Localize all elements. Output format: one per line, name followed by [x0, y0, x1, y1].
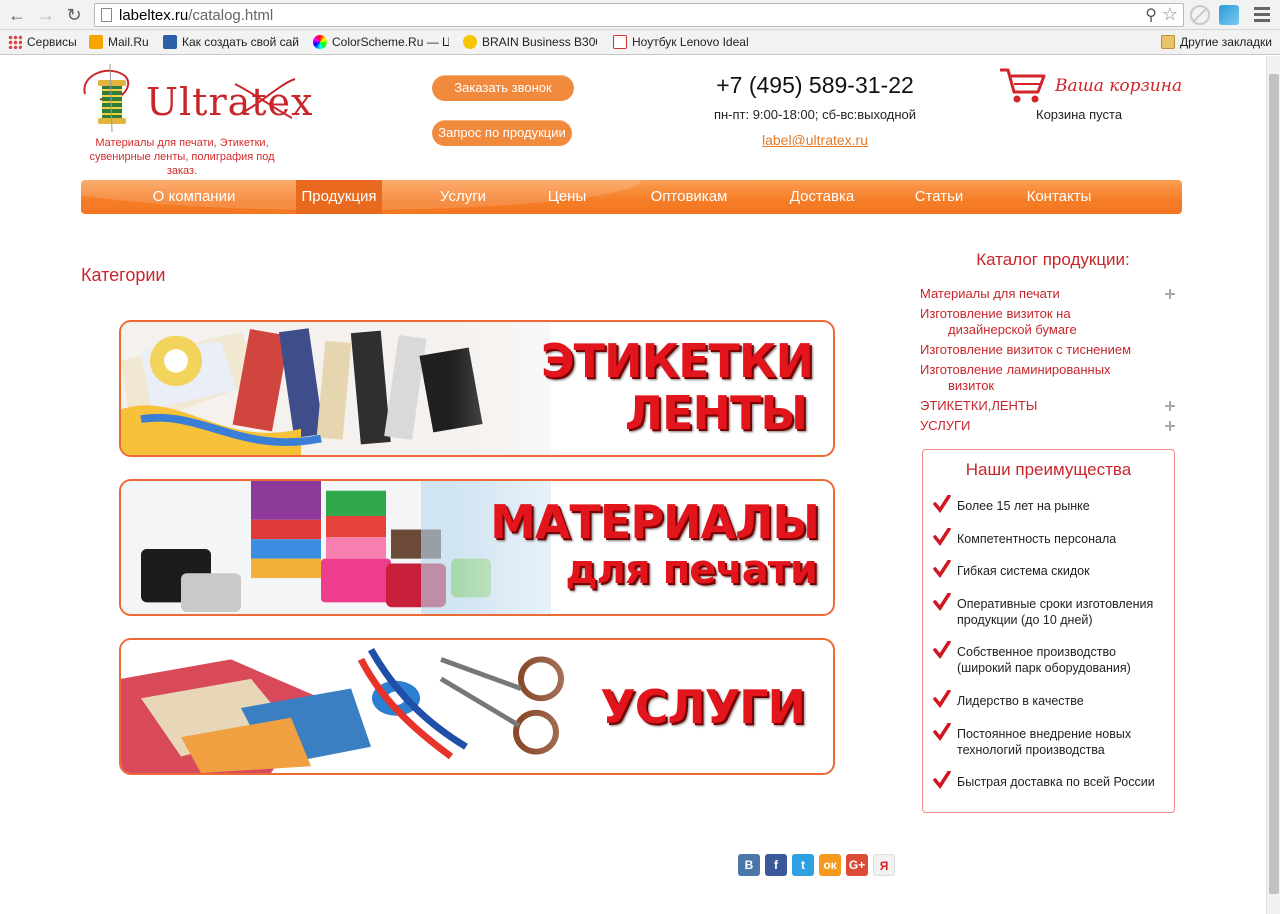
- logo[interactable]: Ultratex: [80, 63, 312, 134]
- forward-icon[interactable]: →: [35, 5, 57, 25]
- color-wheel-icon: [313, 35, 327, 49]
- mailru-icon: [89, 35, 103, 49]
- check-icon: [933, 641, 951, 659]
- banner-services[interactable]: УСЛУГИ: [119, 638, 835, 775]
- banner-title: ЭТИКЕТКИ: [540, 334, 814, 388]
- cart-title[interactable]: Ваша корзина: [1055, 76, 1182, 96]
- expand-plus-icon[interactable]: [1165, 421, 1175, 431]
- nav-delivery[interactable]: Доставка: [781, 180, 863, 214]
- back-icon[interactable]: ←: [6, 5, 28, 25]
- nav-about[interactable]: О компании: [139, 180, 249, 214]
- scrollbar-track[interactable]: [1266, 56, 1280, 914]
- email-link[interactable]: label@ultratex.ru: [700, 132, 930, 148]
- vk-share-icon[interactable]: В: [738, 854, 760, 876]
- url-domain: labeltex.ru: [119, 7, 189, 24]
- nav-wholesale[interactable]: Оптовикам: [641, 180, 737, 214]
- yandex-share-icon[interactable]: Я: [873, 854, 895, 876]
- categories-heading: Категории: [81, 265, 166, 285]
- nav-articles[interactable]: Статьи: [901, 180, 977, 214]
- expand-plus-icon[interactable]: [1165, 289, 1175, 299]
- lenovo-icon: [613, 35, 627, 49]
- catalog-item-services[interactable]: УСЛУГИ: [920, 418, 1175, 434]
- folder-icon: [1161, 35, 1176, 49]
- check-icon: [933, 528, 951, 546]
- bookmark-colorscheme[interactable]: ColorScheme.Ru — Ц: [313, 34, 449, 51]
- check-icon: [933, 771, 951, 789]
- catalog-title: Каталог продукции:: [976, 250, 1130, 269]
- page-icon: [101, 8, 112, 22]
- scrollbar-thumb[interactable]: [1269, 74, 1279, 894]
- url-path: /catalog.html: [188, 7, 274, 24]
- zoom-icon[interactable]: ⚲: [1145, 5, 1157, 25]
- page: Ultratex Материалы для печати, Этикетки,…: [0, 56, 1280, 914]
- banner-subtitle: для печати: [565, 547, 818, 593]
- advantages-title: Наши преимущества: [965, 460, 1132, 479]
- nav-prices[interactable]: Цены: [536, 180, 598, 214]
- bookmark-other[interactable]: Другие закладки: [1161, 34, 1272, 51]
- googleplus-share-icon[interactable]: G+: [846, 854, 868, 876]
- spool-logo-icon: [83, 63, 130, 133]
- advantages-box: Наши преимущества Более 15 лет на рынке …: [922, 449, 1175, 813]
- nav-services[interactable]: Услуги: [421, 180, 505, 214]
- phone-number: +7 (495) 589-31-22: [716, 72, 914, 98]
- cart-status: Корзина пуста: [1036, 107, 1123, 122]
- banner-subtitle: ЛЕНТЫ: [624, 386, 808, 440]
- browser-toolbar: ← → ↻ labeltex.ru/catalog.html ⚲ ☆: [0, 0, 1280, 30]
- catalog-item-labels-ribbons[interactable]: ЭТИКЕТКИ,ЛЕНТЫ: [920, 398, 1175, 414]
- nav-contacts[interactable]: Контакты: [1016, 180, 1102, 214]
- order-call-button[interactable]: Заказать звонок: [432, 75, 574, 101]
- url-text[interactable]: labeltex.ru/catalog.html: [119, 6, 273, 25]
- banner-labels-ribbons[interactable]: ЭТИКЕТКИ ЛЕНТЫ: [119, 320, 835, 457]
- banner-title: МАТЕРИАЛЫ: [490, 495, 820, 549]
- bookmarks-bar: Сервисы Mail.Ru Как создать свой сай Col…: [0, 30, 1280, 55]
- bookmark-brain[interactable]: BRAIN Business B300: [463, 34, 597, 51]
- odnoklassniki-share-icon[interactable]: ок: [819, 854, 841, 876]
- catalog-list: Материалы для печати Изготовление визито…: [920, 286, 1175, 438]
- tagline: Материалы для печати, Этикетки, сувенирн…: [89, 137, 275, 177]
- check-icon: [933, 593, 951, 611]
- catalog-item-designer-cards[interactable]: Изготовление визиток на дизайнерской бума…: [920, 306, 1175, 338]
- apps-icon: [8, 35, 22, 49]
- product-request-button[interactable]: Запрос по продукции: [432, 120, 572, 146]
- catalog-item-embossed-cards[interactable]: Изготовление визиток с тиснением: [920, 342, 1175, 358]
- bookmark-mailru[interactable]: Mail.Ru: [89, 34, 155, 51]
- expand-plus-icon[interactable]: [1165, 401, 1175, 411]
- check-icon: [933, 723, 951, 741]
- bookmark-create-site[interactable]: Как создать свой сай: [163, 34, 299, 51]
- catalog-item-laminated-cards[interactable]: Изготовление ламинированных визиток: [920, 362, 1175, 394]
- bookmark-apps[interactable]: Сервисы: [8, 34, 77, 51]
- catalog-item-print-materials[interactable]: Материалы для печати: [920, 286, 1175, 302]
- twitter-share-icon[interactable]: t: [792, 854, 814, 876]
- main-nav: О компании Продукция Услуги Цены Оптовик…: [81, 180, 1182, 214]
- nav-products[interactable]: Продукция: [296, 180, 382, 214]
- facebook-share-icon[interactable]: f: [765, 854, 787, 876]
- cart-icon[interactable]: [998, 66, 1046, 106]
- check-icon: [933, 495, 951, 513]
- adblock-icon[interactable]: [1190, 5, 1210, 25]
- blog-icon: [163, 35, 177, 49]
- bookmark-lenovo[interactable]: Ноутбук Lenovo Ideal: [613, 34, 749, 51]
- check-icon: [933, 690, 951, 708]
- brain-icon: [463, 35, 477, 49]
- menu-icon[interactable]: [1254, 7, 1270, 25]
- extension-icon[interactable]: [1219, 5, 1239, 25]
- banner-print-materials[interactable]: МАТЕРИАЛЫ для печати: [119, 479, 835, 616]
- banner-title: УСЛУГИ: [600, 680, 806, 734]
- address-bar[interactable]: labeltex.ru/catalog.html ⚲ ☆: [94, 3, 1184, 27]
- working-hours: пн-пт: 9:00-18:00; сб-вс:выходной: [713, 107, 917, 122]
- check-icon: [933, 560, 951, 578]
- bookmark-star-icon[interactable]: ☆: [1162, 4, 1178, 25]
- scissors-logo-icon: [234, 78, 296, 119]
- reload-icon[interactable]: ↻: [63, 5, 85, 25]
